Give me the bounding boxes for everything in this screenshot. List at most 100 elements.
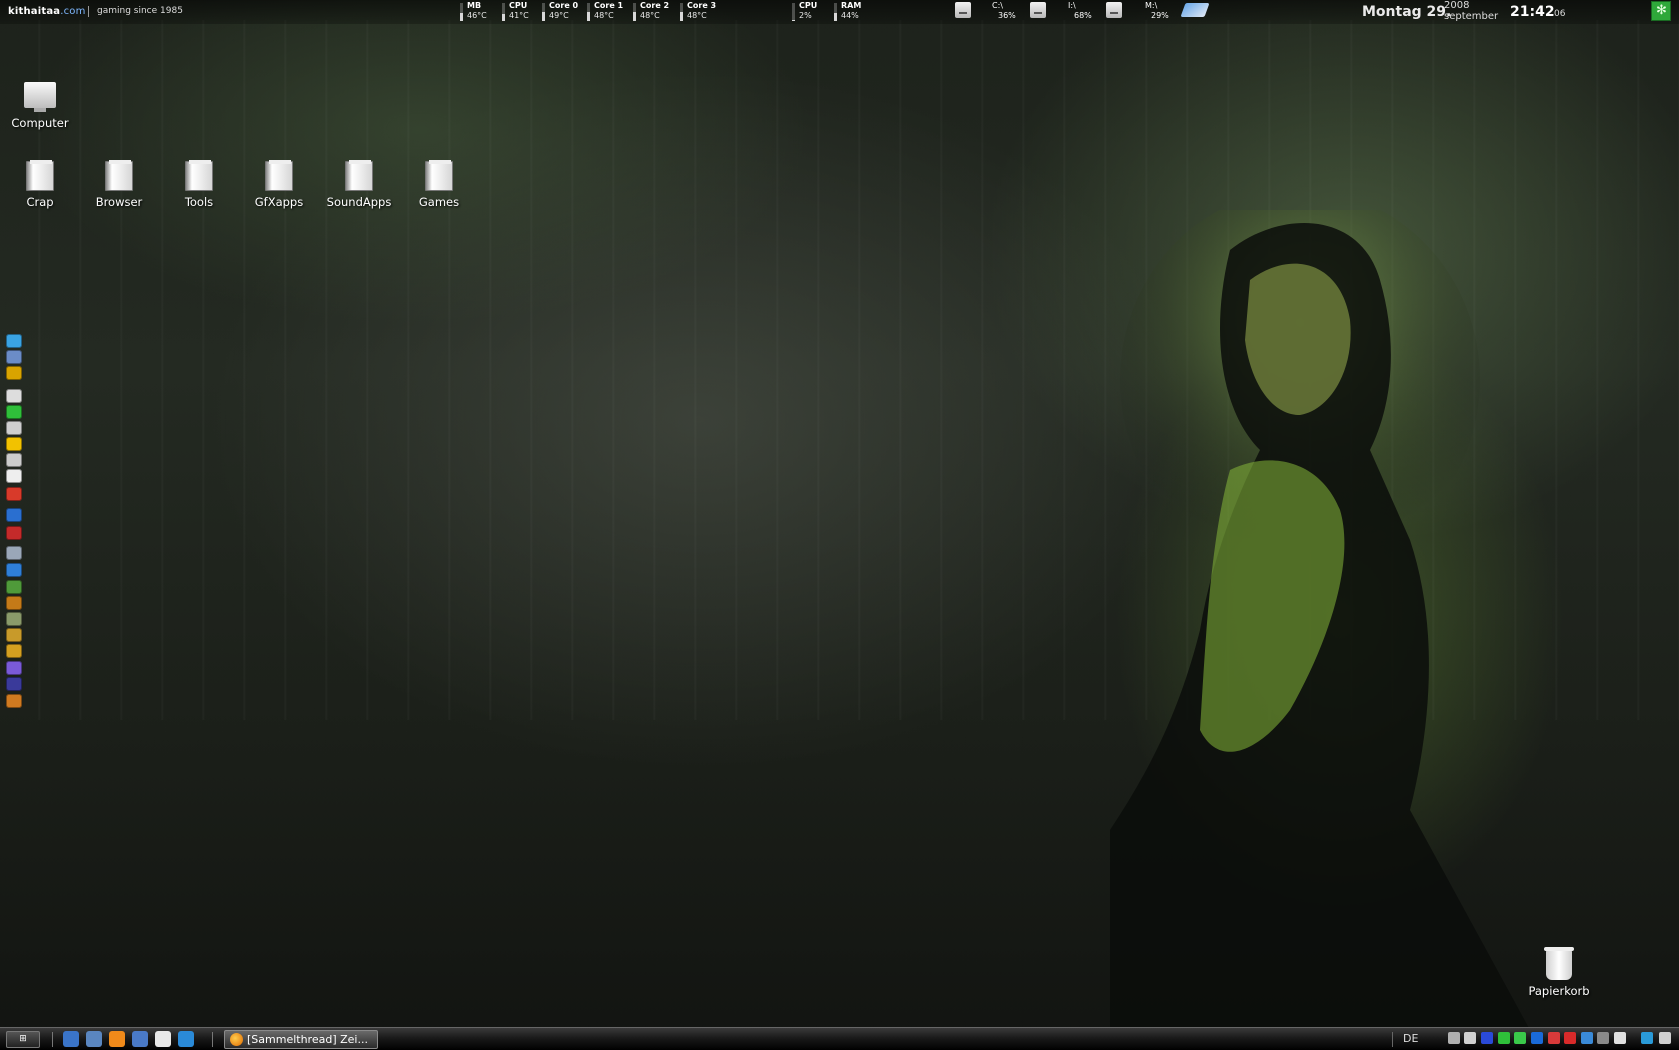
sensor-core-2: Core 2 48°C xyxy=(633,1,673,23)
teamspeak-icon[interactable] xyxy=(6,350,22,364)
game-icon[interactable] xyxy=(6,366,22,380)
game-icon[interactable] xyxy=(6,580,22,594)
network-icon[interactable] xyxy=(1180,3,1210,17)
volume-icon[interactable] xyxy=(1659,1032,1671,1044)
corner-app-button[interactable]: ✻ xyxy=(1651,1,1671,21)
firefox-icon xyxy=(230,1033,243,1046)
tray-icon[interactable] xyxy=(1548,1032,1560,1044)
tray-icon[interactable] xyxy=(1514,1032,1526,1044)
game-icon[interactable] xyxy=(6,453,22,467)
pencil-icon[interactable] xyxy=(6,437,22,451)
clock-seconds: 06 xyxy=(1554,9,1566,19)
sensor-value: 46°C xyxy=(467,11,487,20)
game-icon[interactable] xyxy=(6,661,22,675)
desktop-folder-tools[interactable]: Tools xyxy=(159,160,239,209)
drive-icon[interactable] xyxy=(1030,2,1046,18)
desktop-icon-label: GfXapps xyxy=(254,195,304,209)
language-indicator[interactable]: DE xyxy=(1403,1032,1418,1045)
show-desktop-icon[interactable] xyxy=(63,1031,79,1047)
sensor-cpu-load: CPU 2% xyxy=(792,1,832,23)
sensor-label: MB xyxy=(467,1,482,10)
desktop-folder-crap[interactable]: Crap xyxy=(0,160,80,209)
trash-icon xyxy=(1544,947,1574,980)
folder-icon xyxy=(185,160,213,191)
game-icon[interactable] xyxy=(6,612,22,626)
tray-icon[interactable] xyxy=(1498,1032,1510,1044)
sensor-value: 48°C xyxy=(640,11,660,20)
window-switch-icon[interactable] xyxy=(86,1031,102,1047)
sensor-label: Core 1 xyxy=(594,1,624,10)
game-icon[interactable] xyxy=(6,487,22,501)
desktop-folder-soundapps[interactable]: SoundApps xyxy=(319,160,399,209)
sensor-core-1: Core 1 48°C xyxy=(587,1,627,23)
sensor-bar-fill xyxy=(502,14,505,21)
clock-date: Montag 29. xyxy=(1362,4,1452,20)
sensor-bar xyxy=(792,3,795,21)
chrome-icon[interactable] xyxy=(155,1031,171,1047)
drive-value: 68% xyxy=(1074,11,1092,20)
divider xyxy=(212,1032,213,1047)
top-status-bar: kithaitaa.com gaming since 1985 MB 46°C … xyxy=(0,0,1679,24)
tray-icon[interactable] xyxy=(1481,1032,1493,1044)
divider xyxy=(52,1032,53,1047)
desktop-icon-recycle-bin[interactable]: Papierkorb xyxy=(1519,947,1599,998)
skype-icon[interactable] xyxy=(6,334,22,348)
brand-logo: kithaitaa.com xyxy=(8,6,86,17)
tray-icon[interactable] xyxy=(1614,1032,1626,1044)
drive-icon[interactable] xyxy=(1106,2,1122,18)
desktop-folder-browser[interactable]: Browser xyxy=(79,160,159,209)
drive-icon[interactable] xyxy=(955,2,971,18)
sensor-bar xyxy=(680,3,683,21)
drive-label: M:\ xyxy=(1145,1,1158,10)
game-icon[interactable] xyxy=(6,677,22,691)
sensor-ram: RAM 44% xyxy=(834,1,874,23)
game-icon[interactable] xyxy=(6,508,22,522)
sensor-value: 44% xyxy=(841,11,859,20)
bell-icon[interactable] xyxy=(6,389,22,403)
sensor-core-0: Core 0 49°C xyxy=(542,1,582,23)
tray-icon[interactable] xyxy=(1641,1032,1653,1044)
game-icon[interactable] xyxy=(6,421,22,435)
drive-m: M:\ 29% xyxy=(1145,1,1169,21)
desktop-folder-games[interactable]: Games xyxy=(399,160,479,209)
app-icon[interactable] xyxy=(178,1031,194,1047)
tray-icon[interactable] xyxy=(1564,1032,1576,1044)
folder-icon xyxy=(105,160,133,191)
folder-icon xyxy=(265,160,293,191)
game-icon[interactable] xyxy=(6,596,22,610)
game-icon[interactable] xyxy=(6,546,22,560)
wallpaper-figure xyxy=(1110,210,1530,1030)
firefox-icon[interactable] xyxy=(109,1031,125,1047)
taskbar: ⊞ [Sammelthread] Zei... DE xyxy=(0,1027,1679,1050)
desktop-icon-label: Computer xyxy=(11,116,69,130)
sensor-bar xyxy=(502,3,505,21)
sensor-bar xyxy=(542,3,545,21)
start-button[interactable]: ⊞ xyxy=(6,1031,40,1048)
sensor-value: 49°C xyxy=(549,11,569,20)
game-icon[interactable] xyxy=(6,405,22,419)
drive-c: C:\ 36% xyxy=(992,1,1016,21)
desktop-icon-label: Papierkorb xyxy=(1528,984,1590,998)
sensor-value: 2% xyxy=(799,11,812,20)
tray-icon[interactable] xyxy=(1531,1032,1543,1044)
tray-icon[interactable] xyxy=(1448,1032,1460,1044)
tagline: gaming since 1985 xyxy=(97,6,183,16)
tray-icon[interactable] xyxy=(1597,1032,1609,1044)
game-icon[interactable] xyxy=(6,469,22,483)
sensor-core-3: Core 3 48°C xyxy=(680,1,720,23)
desktop-icon-computer[interactable]: Computer xyxy=(0,82,80,130)
computer-icon xyxy=(24,82,56,112)
desktop-folder-gfxapps[interactable]: GfXapps xyxy=(239,160,319,209)
tray-icon[interactable] xyxy=(1581,1032,1593,1044)
taskbar-window-button[interactable]: [Sammelthread] Zei... xyxy=(224,1030,378,1049)
sensor-bar-fill xyxy=(633,12,636,21)
game-icon[interactable] xyxy=(6,694,22,708)
sensor-bar-fill xyxy=(792,20,795,21)
download-icon[interactable] xyxy=(132,1031,148,1047)
game-icon[interactable] xyxy=(6,644,22,658)
game-icon[interactable] xyxy=(6,563,22,577)
clock-year: 2008 xyxy=(1444,0,1470,11)
game-icon[interactable] xyxy=(6,628,22,642)
game-icon[interactable] xyxy=(6,526,22,540)
tray-icon[interactable] xyxy=(1464,1032,1476,1044)
